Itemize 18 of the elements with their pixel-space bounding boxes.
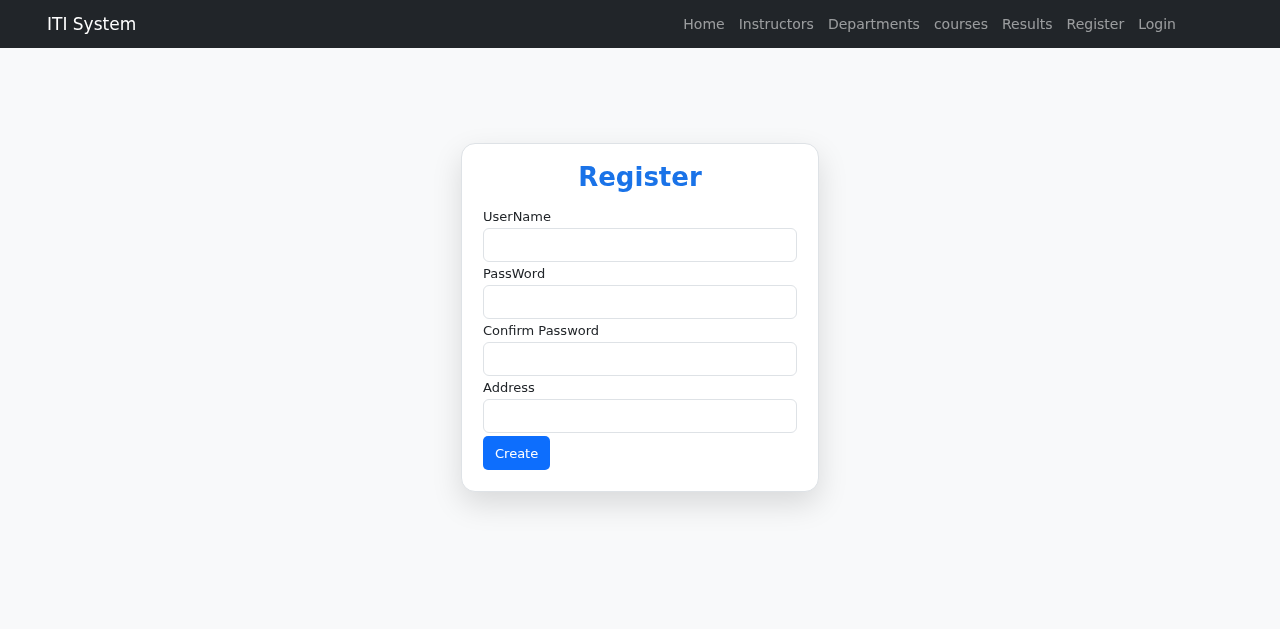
nav-link[interactable]: Instructors — [731, 16, 821, 32]
field-label: PassWord — [483, 265, 547, 283]
input-field[interactable] — [483, 342, 797, 376]
nav-link[interactable]: Register — [1059, 16, 1132, 32]
nav-link[interactable]: Results — [995, 16, 1060, 32]
nav-link[interactable]: Login — [1131, 16, 1183, 32]
field-label: Address — [483, 379, 536, 397]
input-field[interactable] — [483, 399, 797, 433]
form-title: Register — [577, 162, 703, 192]
brand-link[interactable]: ITI System — [47, 14, 137, 34]
nav-link[interactable]: courses — [926, 16, 995, 32]
input-field[interactable] — [483, 285, 797, 319]
nav-link[interactable]: Home — [676, 16, 732, 32]
input-field[interactable] — [483, 228, 797, 262]
field-label: UserName — [483, 208, 552, 226]
nav-link[interactable]: Departments — [820, 16, 927, 32]
create-button[interactable]: Create — [483, 436, 551, 470]
field-label: Confirm Password — [483, 322, 601, 340]
